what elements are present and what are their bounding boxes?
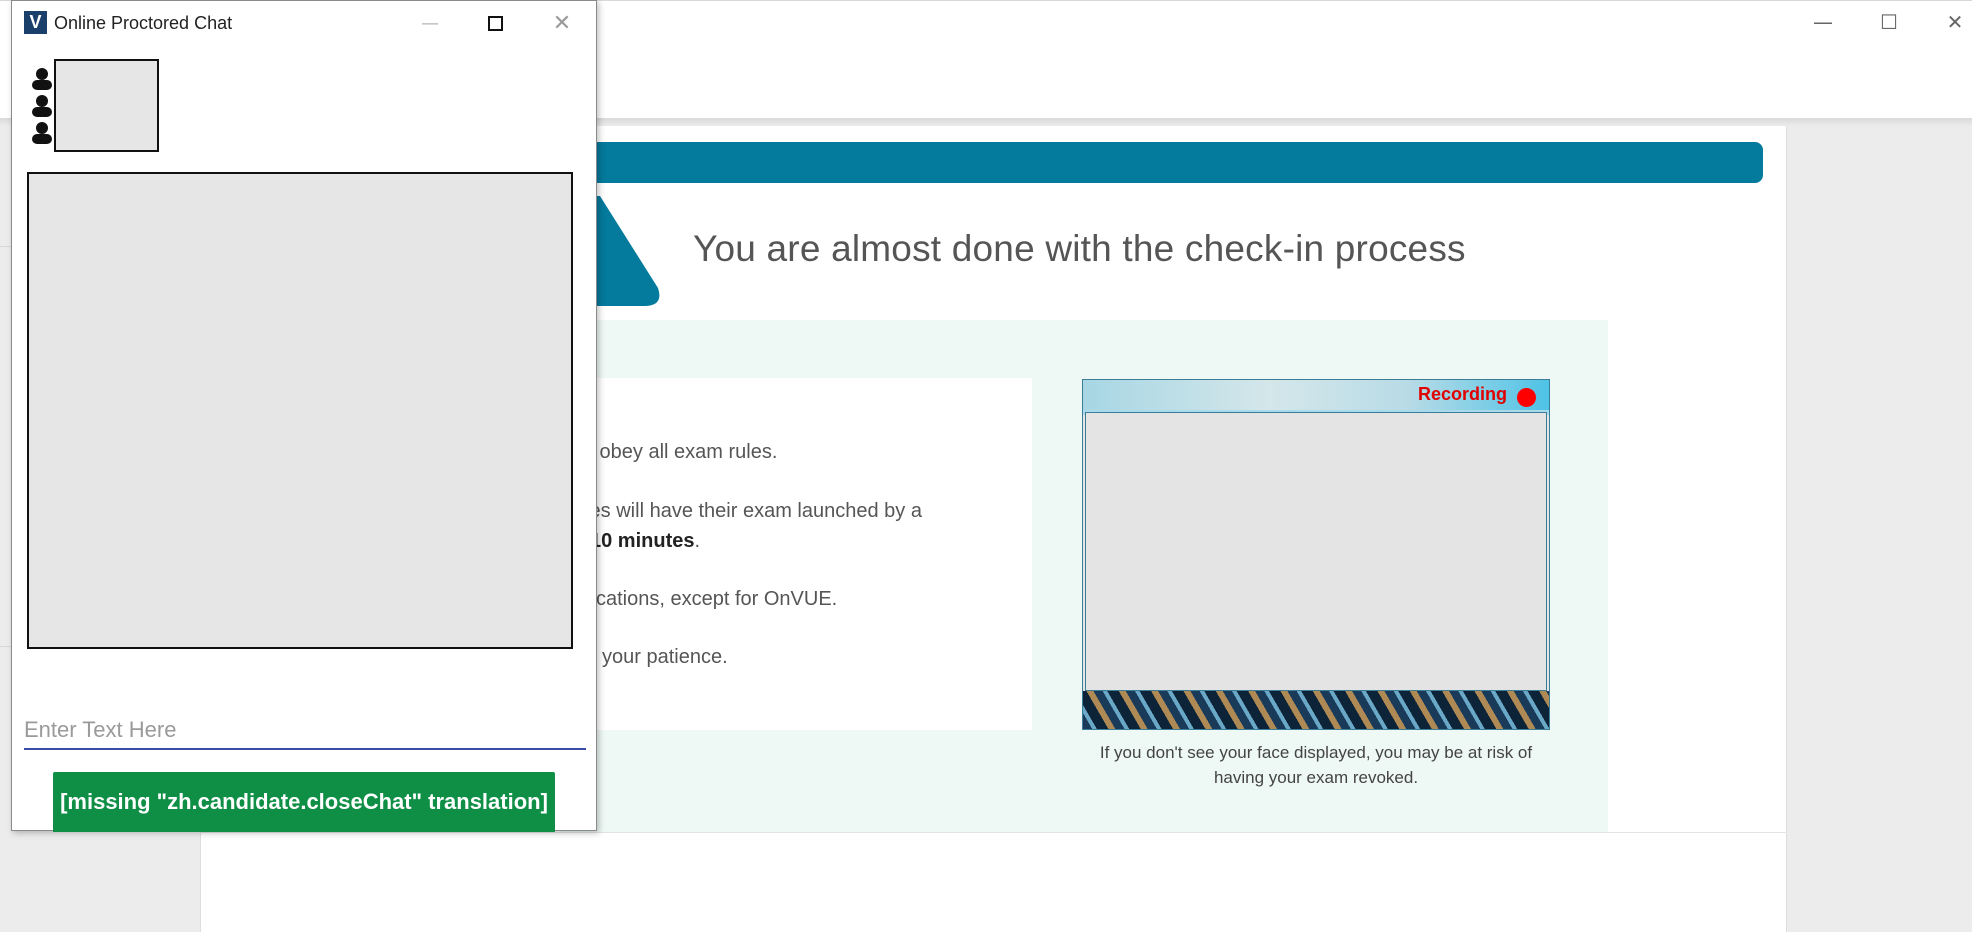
main-maximize-button[interactable]: ☐ xyxy=(1866,8,1912,36)
recording-label: Recording xyxy=(1418,384,1508,404)
proctor-avatar xyxy=(54,59,159,152)
desktop: — ☐ ✕ You are almost done with the check… xyxy=(0,0,1972,932)
recording-dot-icon xyxy=(1517,388,1536,407)
rule-bold-duration: 10 minutes xyxy=(590,530,695,552)
chat-minimize-button[interactable]: — xyxy=(410,9,450,37)
app-logo-icon: V xyxy=(24,11,47,34)
chat-titlebar[interactable]: V Online Proctored Chat — ✕ xyxy=(12,1,596,43)
chat-window: V Online Proctored Chat — ✕ [missing "zh… xyxy=(11,0,597,832)
rule-line-3: 10 minutes. xyxy=(590,530,700,553)
right-gutter xyxy=(1786,126,1972,932)
chat-message-input[interactable] xyxy=(24,712,586,750)
rule-line-5: your patience. xyxy=(602,646,728,668)
main-minimize-button[interactable]: — xyxy=(1800,8,1846,36)
footer-divider xyxy=(200,832,1787,833)
rules-box xyxy=(560,378,1032,730)
rule-line-4: cations, except for OnVUE. xyxy=(596,588,838,610)
chat-maximize-button[interactable] xyxy=(475,9,515,37)
rule-line-1: y obey all exam rules. xyxy=(584,441,778,463)
page-headline: You are almost done with the check-in pr… xyxy=(693,228,1466,269)
close-chat-button[interactable]: [missing "zh.candidate.closeChat" transl… xyxy=(53,772,555,832)
rule-suffix: . xyxy=(694,530,701,552)
maximize-icon xyxy=(487,15,503,31)
people-icon xyxy=(32,68,52,144)
rule-line-2: tes will have their exam launched by a xyxy=(584,500,922,522)
webcam-feed-bottom xyxy=(1083,691,1549,729)
chat-window-title: Online Proctored Chat xyxy=(54,13,233,33)
webcam-caption: If you don't see your face displayed, yo… xyxy=(1099,743,1533,787)
webcam-preview xyxy=(1082,379,1550,730)
header-bar xyxy=(560,142,1763,183)
chat-close-button[interactable]: ✕ xyxy=(542,9,582,37)
main-close-button[interactable]: ✕ xyxy=(1932,8,1972,36)
webcam-video-area xyxy=(1085,412,1547,691)
chat-message-log[interactable] xyxy=(27,172,573,649)
